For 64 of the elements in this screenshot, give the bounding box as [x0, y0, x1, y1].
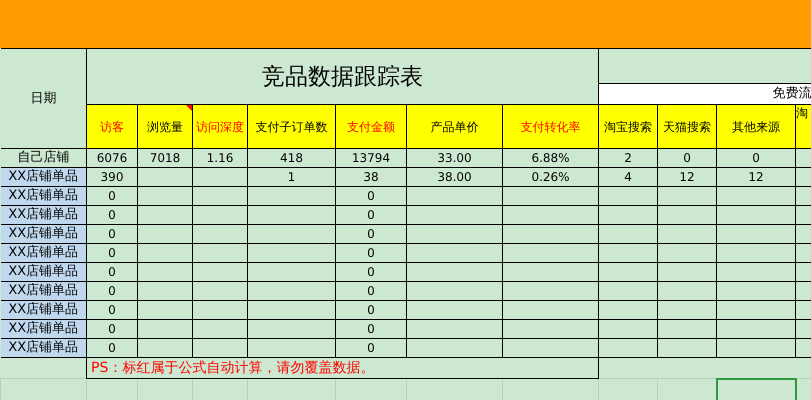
column-header: 支付金额: [336, 104, 406, 148]
column-header: 支付转化率: [502, 104, 599, 148]
row-label: XX店铺单品: [0, 262, 86, 282]
column-header: 淘宝搜索: [598, 104, 658, 148]
table-cell: 13794: [352, 151, 390, 165]
table-cell: 0.26%: [531, 170, 570, 184]
empty-cell[interactable]: [716, 378, 796, 400]
column-header: 浏览量: [138, 104, 192, 148]
row-label: XX店铺单品: [0, 244, 86, 262]
sheet-title: 竞品数据跟踪表: [86, 48, 599, 104]
table-cell: 12: [679, 170, 695, 184]
table-cell: 0: [108, 265, 116, 279]
row-label: XX店铺单品: [0, 224, 86, 244]
table-cell: 390: [100, 170, 124, 184]
table-cell: 33.00: [437, 151, 472, 165]
table-cell: 7018: [150, 151, 180, 165]
table-cell: 0: [367, 208, 375, 222]
empty-cell[interactable]: [598, 378, 658, 400]
table-cell: 2: [624, 151, 632, 165]
row-label: XX店铺单品: [0, 168, 86, 186]
row-label: XX店铺单品: [0, 282, 86, 300]
table-cell: 0: [367, 189, 375, 203]
table-cell: 0: [367, 341, 375, 355]
column-header: 其他来源: [716, 104, 796, 148]
table-cell: 0: [108, 284, 116, 298]
row-label: XX店铺单品: [0, 320, 86, 338]
table-cell: 418: [280, 151, 303, 165]
table-cell: 0: [367, 265, 375, 279]
table-cell: 0: [367, 246, 375, 260]
row-label: XX店铺单品: [0, 186, 86, 206]
column-header: 支付子订单数: [248, 104, 336, 148]
table-cell: 1: [288, 170, 296, 184]
table-cell: 0: [752, 151, 760, 165]
column-header: 天猫搜索: [658, 104, 717, 148]
table-cell: 0: [108, 341, 116, 355]
row-label: XX店铺单品: [0, 300, 86, 320]
table-cell: 12: [748, 170, 764, 184]
table-cell: 38: [363, 170, 379, 184]
table-cell: 6076: [96, 151, 128, 165]
table-cell: 0: [683, 151, 691, 165]
table-cell: 0: [108, 303, 116, 317]
empty-cell[interactable]: [0, 378, 86, 400]
table-cell: 6.88%: [531, 151, 570, 165]
note-text: PS：标红属于公式自动计算，请勿覆盖数据。: [90, 360, 374, 376]
table-cell: 0: [367, 322, 375, 336]
row-label: 自己店铺: [0, 148, 86, 168]
table-cell: 0: [367, 303, 375, 317]
table-cell: 38.00: [437, 170, 472, 184]
free-traffic-header: 免费流: [598, 84, 811, 104]
table-cell: 0: [108, 227, 116, 241]
column-header: 产品单价: [406, 104, 502, 148]
table-cell: 0: [108, 189, 116, 203]
table-cell: 0: [108, 208, 116, 222]
table-cell: 0: [108, 322, 116, 336]
table-cell: 0: [108, 246, 116, 260]
column-header: 访客: [86, 104, 138, 148]
table-cell: 4: [624, 170, 632, 184]
row-label: XX店铺单品: [0, 338, 86, 358]
table-cell: 1.16: [206, 151, 234, 165]
table-cell: 0: [367, 284, 375, 298]
column-header: 访问深度: [192, 104, 248, 148]
table-cell: 0: [367, 227, 375, 241]
column-header: 淘: [796, 104, 811, 148]
row-label: XX店铺单品: [0, 206, 86, 224]
